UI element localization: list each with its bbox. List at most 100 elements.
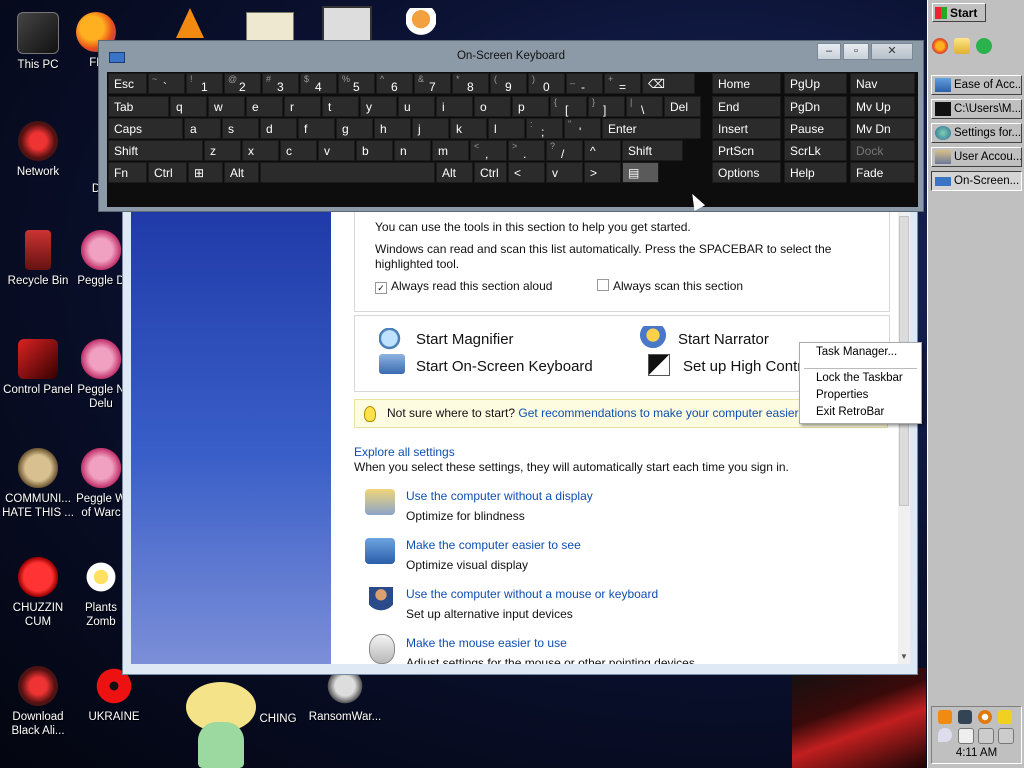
key-equals[interactable]: + = [604,73,641,94]
key-f[interactable]: f [298,118,335,139]
key-1[interactable]: ! 1 [186,73,223,94]
taskbar-button-ease-of-access[interactable]: Ease of Acc... [931,75,1022,95]
desktop-icon-communi[interactable]: COMMUNI... HATE THIS ... [0,448,76,520]
desktop-icon-peggle-w[interactable]: Peggle W of Warc [76,448,126,520]
tray-flag-icon[interactable] [958,728,974,744]
key-ctrl-left[interactable]: Ctrl [148,162,187,183]
key-e[interactable]: e [246,96,283,117]
key-h[interactable]: h [374,118,411,139]
maximize-button[interactable]: ▫ [843,43,869,60]
key-nav-pgup[interactable]: PgUp [784,73,847,94]
mouse-easier-link[interactable]: Make the mouse easier to use [406,636,567,650]
hxd-icon[interactable] [246,12,294,42]
key-right-bracket[interactable]: }] [588,96,625,117]
key-del[interactable]: Del [664,96,701,117]
desktop-icon-control-panel[interactable]: Control Panel [0,339,76,397]
key-backslash[interactable]: | \ [626,96,663,117]
key-semicolon[interactable]: :; [526,118,563,139]
key-nav-insert[interactable]: Insert [712,118,781,139]
key-0[interactable]: ) 0 [528,73,565,94]
clock[interactable]: 4:11 AM [932,747,1021,759]
key-u[interactable]: u [398,96,435,117]
close-button[interactable]: ✕ [871,43,913,60]
key-shift-right[interactable]: Shift [622,140,683,161]
key-fn[interactable]: Fn [108,162,147,183]
key-nav-home[interactable]: Home [712,73,781,94]
desktop-icon-peggle-d[interactable]: Peggle D [76,230,126,288]
key-j[interactable]: j [412,118,449,139]
key-w[interactable]: w [208,96,245,117]
tray-battery-icon[interactable] [998,728,1014,744]
exit-retrobar-menu-item[interactable]: Exit RetroBar [816,406,884,418]
taskbar-button-settings[interactable]: Settings for... [931,123,1022,143]
start-button[interactable]: Start [932,3,986,22]
key-r[interactable]: r [284,96,321,117]
no-mouse-keyboard-link[interactable]: Use the computer without a mouse or keyb… [406,587,658,601]
key-backtick[interactable]: ~ ` [148,73,185,94]
scroll-down-arrow-icon[interactable]: ▼ [898,652,910,661]
key-period[interactable]: >. [508,140,545,161]
key-caps[interactable]: Caps [108,118,183,139]
always-read-checkbox[interactable]: ✓ Always read this section aloud [375,279,552,294]
tray-drop-icon[interactable] [938,728,952,742]
vlc-icon[interactable] [176,8,204,38]
key-nav-scrlk[interactable]: ScrLk [784,140,847,161]
key-backspace[interactable]: ⌫ [642,73,695,94]
key-s[interactable]: s [222,118,259,139]
key-space[interactable] [260,162,435,183]
key-windows[interactable]: ⊞ [188,162,223,183]
desktop-icon-this-pc[interactable]: This PC [0,12,76,72]
always-scan-checkbox[interactable]: Always scan this section [597,279,743,293]
key-alt-left[interactable]: Alt [224,162,259,183]
use-without-display-link[interactable]: Use the computer without a display [406,489,593,503]
taskbar-button-user-accounts[interactable]: User Accou... [931,147,1022,167]
key-a[interactable]: a [184,118,221,139]
key-3[interactable]: #3 [262,73,299,94]
desktop-icon-download[interactable]: Download Black Ali... [0,666,76,738]
key-nav-fade[interactable]: Fade [850,162,915,183]
desktop-icon-chuzzin[interactable]: CHUZZIN CUM [0,557,76,629]
folder-icon[interactable] [954,38,970,54]
key-t[interactable]: t [322,96,359,117]
desktop-icon-recycle-bin[interactable]: Recycle Bin [0,230,76,288]
key-v[interactable]: v [318,140,355,161]
desktop-icon-network[interactable]: Network [0,121,76,179]
vertical-scrollbar[interactable]: ▼ [898,206,910,664]
key-minus[interactable]: _ - [566,73,603,94]
task-manager-menu-item[interactable]: Task Manager... [816,346,897,358]
person-icon[interactable] [406,8,436,40]
start-osk-button[interactable]: Start On-Screen Keyboard [416,358,593,375]
key-nav-pause[interactable]: Pause [784,118,847,139]
maze-icon[interactable] [322,6,372,44]
tray-star-icon[interactable] [998,710,1012,724]
key-nav-nav[interactable]: Nav [850,73,915,94]
key-z[interactable]: z [204,140,241,161]
start-narrator-button[interactable]: Start Narrator [678,331,769,348]
key-nav-help[interactable]: Help [784,162,847,183]
key-x[interactable]: x [242,140,279,161]
desktop-icon-peggle-n[interactable]: Peggle N Delu [76,339,126,411]
key-5[interactable]: % 5 [338,73,375,94]
key-left[interactable]: < [508,162,545,183]
taskbar-button-on-screen-keyboard[interactable]: On-Screen... [931,171,1022,191]
key-i[interactable]: i [436,96,473,117]
key-2[interactable]: @2 [224,73,261,94]
properties-menu-item[interactable]: Properties [816,389,868,401]
chat-icon[interactable] [976,38,992,54]
firefox-icon[interactable] [932,38,948,54]
key-nav-dock[interactable]: Dock [850,140,915,161]
key-ctrl-right[interactable]: Ctrl [474,162,507,183]
key-enter[interactable]: Enter [602,118,701,139]
tray-speaker-icon[interactable] [978,728,994,744]
key-c[interactable]: c [280,140,317,161]
taskbar-button-7zip[interactable]: C:\Users\M... [931,99,1022,119]
key-m[interactable]: m [432,140,469,161]
key-right[interactable]: > [584,162,621,183]
key-esc[interactable]: Esc [108,73,147,94]
easier-to-see-link[interactable]: Make the computer easier to see [406,538,581,552]
key-7[interactable]: & 7 [414,73,451,94]
key-8[interactable]: * 8 [452,73,489,94]
setup-high-contrast-button[interactable]: Set up High Contr [683,358,802,375]
recommendations-link[interactable]: Get recommendations to make your compute… [518,406,798,420]
key-g[interactable]: g [336,118,373,139]
